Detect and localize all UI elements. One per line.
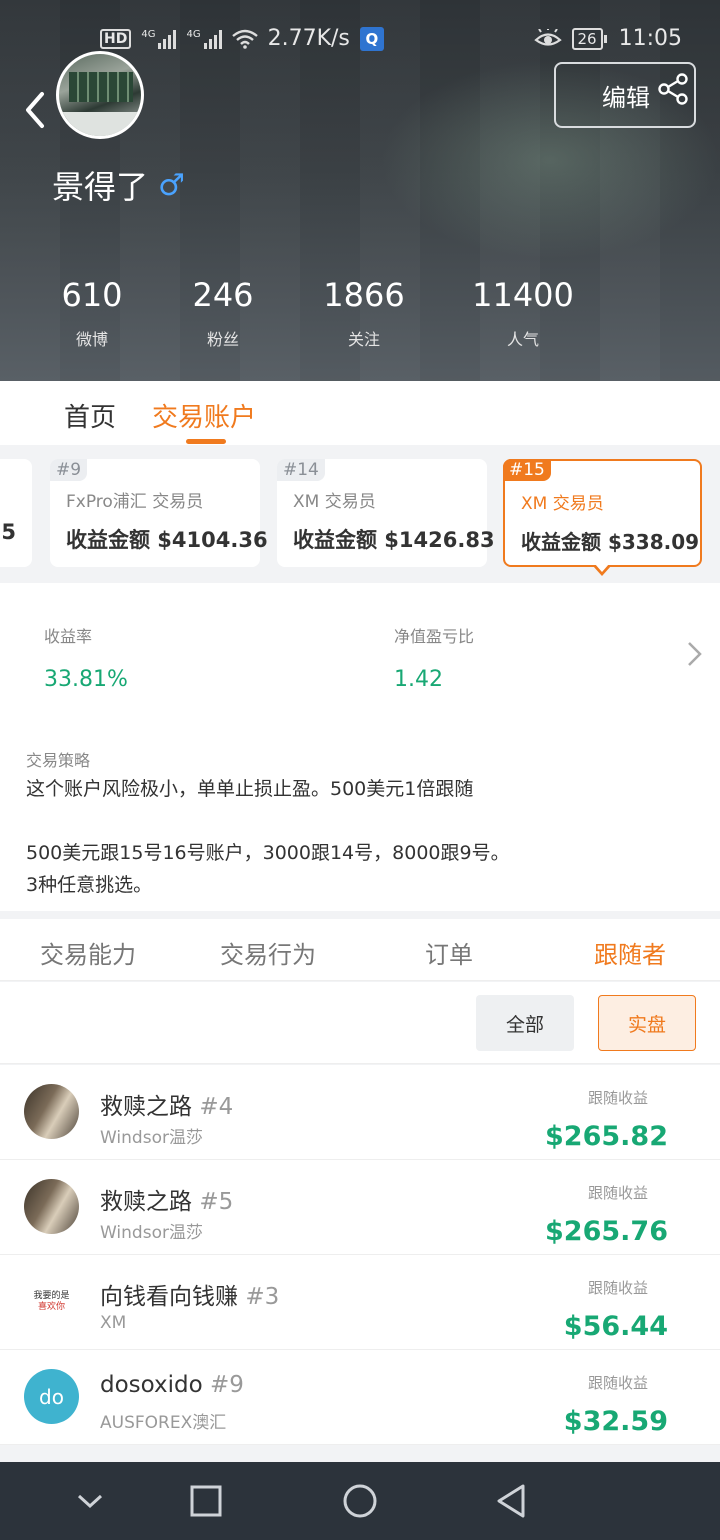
clock: 11:05 xyxy=(618,26,682,51)
strategy-text: 这个账户风险极小，单单止损止盈。500美元1倍跟随 500美元跟15号16号账户… xyxy=(26,778,510,896)
account-card-9[interactable]: #9 FxPro浦汇 交易员 收益金额 $4104.36 xyxy=(50,459,268,567)
trading-strategy: 交易策略 这个账户风险极小，单单止损止盈。500美元1倍跟随 500美元跟15号… xyxy=(0,711,720,911)
male-gender-icon: ♂ xyxy=(158,167,185,203)
system-navigation-bar xyxy=(0,1462,720,1540)
account-card-15-selected[interactable]: #15 XM 交易员 收益金额 $338.09 xyxy=(503,459,702,567)
wifi-icon xyxy=(231,29,258,49)
tab-trading-behavior[interactable]: 交易行为 xyxy=(220,935,316,970)
username-text: 景得了 xyxy=(52,168,149,206)
avatar xyxy=(24,1084,79,1139)
account-number-badge: #15 xyxy=(503,459,551,481)
share-icon[interactable] xyxy=(656,72,690,106)
status-bar-right: 26 11:05 xyxy=(533,26,682,51)
recent-apps-icon[interactable] xyxy=(187,1482,225,1520)
filter-all-button[interactable]: 全部 xyxy=(476,995,574,1051)
profile-header: HD 4G 4G 2.77K/s Q 26 11:05 编辑 景得了 ♂ 610… xyxy=(0,0,720,381)
tab-home[interactable]: 首页 xyxy=(64,397,116,434)
profile-avatar[interactable] xyxy=(56,51,144,139)
follower-filter: 全部 实盘 xyxy=(0,982,720,1064)
list-item[interactable]: 救赎之路 #5 Windsor温莎 跟随收益 $265.76 xyxy=(0,1160,720,1255)
tab-orders[interactable]: 订单 xyxy=(425,935,473,970)
list-item[interactable]: 救赎之路 #4 Windsor温莎 跟随收益 $265.82 xyxy=(0,1065,720,1160)
stat-fans[interactable]: 246 粉丝 xyxy=(190,276,256,350)
account-carousel: 35 #9 FxPro浦汇 交易员 收益金额 $4104.36 #14 XM 交… xyxy=(0,445,720,583)
edit-label: 编辑 xyxy=(602,83,650,112)
back-arrow-icon[interactable] xyxy=(22,90,52,130)
battery-icon: 26 xyxy=(571,27,607,50)
chevron-right-icon[interactable] xyxy=(686,639,704,669)
avatar xyxy=(24,1179,79,1234)
status-bar-left: HD 4G 4G 2.77K/s Q xyxy=(100,26,384,51)
tab-trading-account[interactable]: 交易账户 xyxy=(152,397,256,434)
account-metrics[interactable]: 收益率 33.81% 净值盈亏比 1.42 xyxy=(0,583,720,711)
eye-comfort-icon xyxy=(533,28,562,46)
follower-list: 救赎之路 #4 Windsor温莎 跟随收益 $265.82 救赎之路 #5 W… xyxy=(0,1065,720,1445)
avatar: 我要的是 喜欢你 xyxy=(24,1274,79,1329)
active-tab-indicator xyxy=(186,439,226,444)
edit-share-button[interactable]: 编辑 xyxy=(554,62,696,128)
filter-real-button[interactable]: 实盘 xyxy=(598,995,696,1051)
account-number-badge: #14 xyxy=(277,459,325,481)
metric-return-rate: 收益率 33.81% xyxy=(44,627,128,692)
back-icon[interactable] xyxy=(493,1482,531,1520)
stat-weibo[interactable]: 610 微博 xyxy=(60,276,124,350)
main-tabs: 首页 交易账户 xyxy=(0,381,720,445)
account-card-partial[interactable]: 35 xyxy=(0,459,32,567)
detail-tabs: 交易能力 交易行为 订单 跟随者 xyxy=(0,919,720,981)
signal-icon-2: 4G xyxy=(186,29,222,49)
stat-following[interactable]: 1866 关注 xyxy=(320,276,408,350)
account-card-14[interactable]: #14 XM 交易员 收益金额 $1426.83 xyxy=(277,459,495,567)
list-item[interactable]: 我要的是 喜欢你 向钱看向钱赚 #3 XM 跟随收益 $56.44 xyxy=(0,1255,720,1350)
list-item[interactable]: do dosoxido #9 AUSFOREX澳汇 跟随收益 $32.59 xyxy=(0,1350,720,1445)
metric-profit-loss-ratio: 净值盈亏比 1.42 xyxy=(394,627,475,692)
username: 景得了 ♂ xyxy=(52,162,185,208)
avatar: do xyxy=(24,1369,79,1424)
account-number-badge: #9 xyxy=(50,459,88,481)
tab-followers[interactable]: 跟随者 xyxy=(594,935,666,970)
stat-popularity[interactable]: 11400 人气 xyxy=(470,276,576,350)
hd-icon: HD xyxy=(100,28,132,49)
signal-icon: 4G xyxy=(141,29,177,49)
strategy-label: 交易策略 xyxy=(26,751,91,770)
selected-card-pointer xyxy=(593,564,611,576)
chevron-down-icon[interactable] xyxy=(71,1482,109,1520)
app-notification-icon: Q xyxy=(359,26,384,51)
tab-trading-ability[interactable]: 交易能力 xyxy=(40,935,136,970)
network-speed: 2.77K/s xyxy=(267,26,350,51)
home-icon[interactable] xyxy=(341,1482,379,1520)
